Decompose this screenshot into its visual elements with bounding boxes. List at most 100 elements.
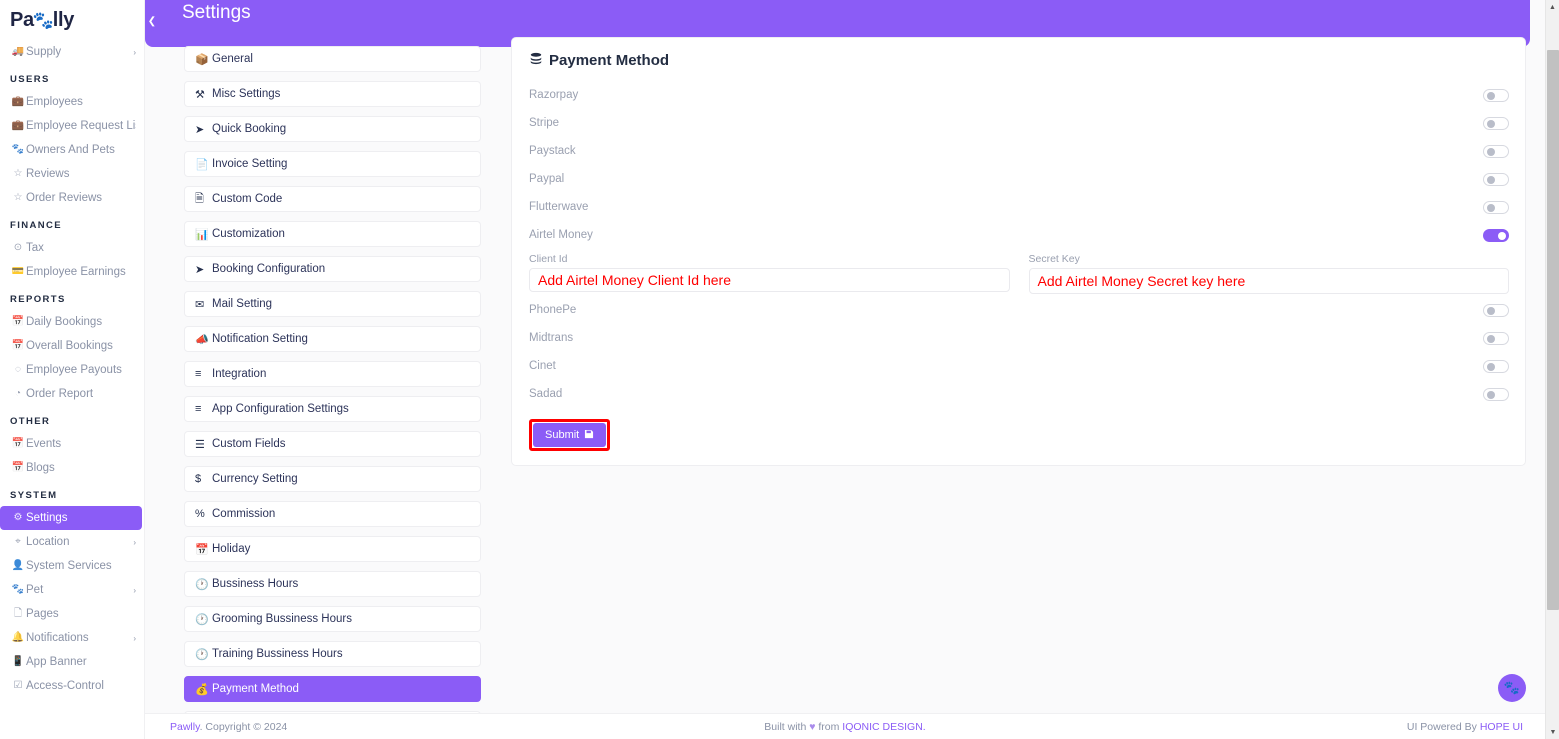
payment-row-airtel-money: Airtel Money	[529, 221, 1509, 249]
sidebar-item-access-control[interactable]: ☑ Access-Control	[0, 674, 144, 698]
settings-item-training-bussiness-hours[interactable]: 🕐 Training Bussiness Hours	[184, 641, 481, 667]
coins-icon	[529, 52, 543, 69]
percent-circle-icon: ⊙	[13, 242, 23, 253]
toggle-knob	[1486, 390, 1495, 399]
sidebar-item-owners-and-pets[interactable]: 🐾 Owners And Pets	[0, 138, 144, 162]
secret-key-input[interactable]: Add Airtel Money Secret key here	[1028, 268, 1509, 294]
sidebar-item-order-report[interactable]: ◔ Order Report	[0, 382, 144, 406]
scroll-up-arrow[interactable]: ▲	[1546, 0, 1559, 14]
settings-item-general[interactable]: 📦 General	[184, 46, 481, 72]
toggle-stripe[interactable]	[1483, 116, 1509, 130]
sidebar-item-events[interactable]: 📅 Events	[0, 432, 144, 456]
sidebar-item-settings[interactable]: ⚙ Settings	[0, 506, 142, 530]
payment-method-label: Paystack	[529, 145, 576, 157]
calendar-icon: 📅	[11, 340, 25, 351]
sidebar-section-reports: REPORTS	[10, 294, 66, 305]
toggle-phonepe[interactable]	[1483, 303, 1509, 317]
toggle-sadad[interactable]	[1483, 387, 1509, 401]
sidebar-item-employee-payouts[interactable]: ◌ Employee Payouts	[0, 358, 144, 382]
settings-item-bussiness-hours[interactable]: 🕐 Bussiness Hours	[184, 571, 481, 597]
hope-ui-link[interactable]: HOPE UI	[1480, 721, 1523, 733]
settings-item-commission[interactable]: % Commission	[184, 501, 481, 527]
payment-method-card: Payment Method Razorpay Stripe Paystack Pay…	[511, 37, 1526, 466]
payment-row-phonepe: PhonePe	[529, 296, 1509, 324]
clock-icon: 🕐	[195, 648, 209, 661]
sidebar-item-tax[interactable]: ⊙ Tax	[0, 236, 144, 260]
vertical-scrollbar[interactable]: ▲ ▼	[1545, 0, 1559, 739]
settings-item-misc-settings[interactable]: ⚒ Misc Settings	[184, 81, 481, 107]
footer-copyright-text: . Copyright © 2024	[199, 720, 288, 733]
client-id-label: Client Id	[529, 253, 568, 265]
secret-key-field: Secret Key Add Airtel Money Secret key h…	[1028, 253, 1509, 294]
sidebar-item-system-services[interactable]: 👤 System Services	[0, 554, 144, 578]
sidebar-item-label: Employee Payouts	[26, 364, 122, 376]
toggle-knob	[1497, 231, 1506, 240]
sidebar-item-location[interactable]: ⌖ Location ›	[0, 530, 144, 554]
floating-action-button[interactable]: 🐾	[1498, 674, 1526, 702]
toggle-knob	[1486, 362, 1495, 371]
settings-item-label: App Configuration Settings	[212, 403, 349, 415]
code-file-icon: 🗎	[195, 192, 204, 205]
settings-item-quick-booking[interactable]: ➤ Quick Booking	[184, 116, 481, 142]
toggle-knob	[1486, 203, 1495, 212]
tools-icon: ⚒	[195, 88, 205, 101]
payment-method-label: Flutterwave	[529, 201, 589, 213]
toggle-razorpay[interactable]	[1483, 88, 1509, 102]
sidebar-item-pages[interactable]: 🗋 Pages	[0, 602, 144, 626]
sidebar-item-label: Location	[26, 536, 70, 548]
calendar-icon: 📅	[11, 462, 25, 473]
sidebar-item-employees[interactable]: 💼 Employees	[0, 90, 144, 114]
logo-text-pre: Pa	[10, 8, 34, 31]
settings-item-app-configuration-settings[interactable]: ≡ App Configuration Settings	[184, 396, 481, 422]
settings-item-holiday[interactable]: 📅 Holiday	[184, 536, 481, 562]
payment-row-flutterwave: Flutterwave	[529, 193, 1509, 221]
footer-built-mid: from	[815, 720, 843, 733]
app-logo[interactable]: Pa 🐾 lly	[0, 0, 144, 40]
sidebar-item-daily-bookings[interactable]: 📅 Daily Bookings	[0, 310, 144, 334]
scroll-down-arrow[interactable]: ▼	[1546, 725, 1559, 739]
sidebar-item-order-reviews[interactable]: ☆ Order Reviews	[0, 186, 144, 210]
scrollbar-thumb[interactable]	[1547, 50, 1559, 610]
settings-item-invoice-setting[interactable]: 📄 Invoice Setting	[184, 151, 481, 177]
settings-item-payment-method[interactable]: 💰 Payment Method	[184, 676, 481, 702]
sidebar-item-label: Employees	[26, 96, 83, 108]
invoice-icon: 📄	[195, 158, 209, 171]
settings-item-booking-configuration[interactable]: ➤ Booking Configuration	[184, 256, 481, 282]
sidebar-item-supply[interactable]: 🚚 Supply ›	[0, 40, 144, 64]
sidebar-item-overall-bookings[interactable]: 📅 Overall Bookings	[0, 334, 144, 358]
page-title: Settings	[182, 2, 251, 23]
settings-item-integration[interactable]: ≡ Integration	[184, 361, 481, 387]
sidebar-item-blogs[interactable]: 📅 Blogs	[0, 456, 144, 480]
toggle-paypal[interactable]	[1483, 172, 1509, 186]
toggle-flutterwave[interactable]	[1483, 200, 1509, 214]
settings-item-customization[interactable]: 📊 Customization	[184, 221, 481, 247]
toggle-paystack[interactable]	[1483, 144, 1509, 158]
sidebar-item-employee-request-list[interactable]: 💼 Employee Request List	[0, 114, 144, 138]
settings-item-notification-setting[interactable]: 📣 Notification Setting	[184, 326, 481, 352]
iqonic-design-link[interactable]: IQONIC DESIGN.	[842, 721, 925, 733]
settings-item-grooming-bussiness-hours[interactable]: 🕐 Grooming Bussiness Hours	[184, 606, 481, 632]
client-id-input[interactable]: Add Airtel Money Client Id here	[529, 268, 1010, 292]
sidebar-item-notifications[interactable]: 🔔 Notifications ›	[0, 626, 144, 650]
settings-item-label: Booking Configuration	[212, 263, 326, 275]
settings-menu-list: 📦 General ⚒ Misc Settings ➤ Quick Booking 📄 Inv…	[184, 46, 481, 714]
toggle-midtrans[interactable]	[1483, 331, 1509, 345]
settings-item-custom-fields[interactable]: ☰ Custom Fields	[184, 431, 481, 457]
pie-chart-icon: ◔	[14, 388, 22, 399]
sidebar-item-label: Events	[26, 438, 62, 450]
sidebar-item-label: Tax	[26, 242, 44, 254]
sidebar-item-app-banner[interactable]: 📱 App Banner	[0, 650, 144, 674]
settings-item-currency-setting[interactable]: $ Currency Setting	[184, 466, 481, 492]
toggle-airtel-money[interactable]	[1483, 228, 1509, 242]
sidebar-item-reviews[interactable]: ☆ Reviews	[0, 162, 144, 186]
toggle-cinet[interactable]	[1483, 359, 1509, 373]
settings-item-custom-code[interactable]: 🗎 Custom Code	[184, 186, 481, 212]
footer-brand-link[interactable]: Pawlly	[170, 721, 200, 733]
submit-button[interactable]: Submit	[533, 423, 607, 447]
sidebar-item-label: System Services	[26, 560, 112, 572]
payment-method-heading-text: Payment Method	[549, 52, 670, 69]
sidebar-item-pet[interactable]: 🐾 Pet ›	[0, 578, 144, 602]
sidebar-item-employee-earnings[interactable]: 💳 Employee Earnings	[0, 260, 144, 284]
payment-row-razorpay: Razorpay	[529, 81, 1509, 109]
settings-item-mail-setting[interactable]: ✉ Mail Setting	[184, 291, 481, 317]
